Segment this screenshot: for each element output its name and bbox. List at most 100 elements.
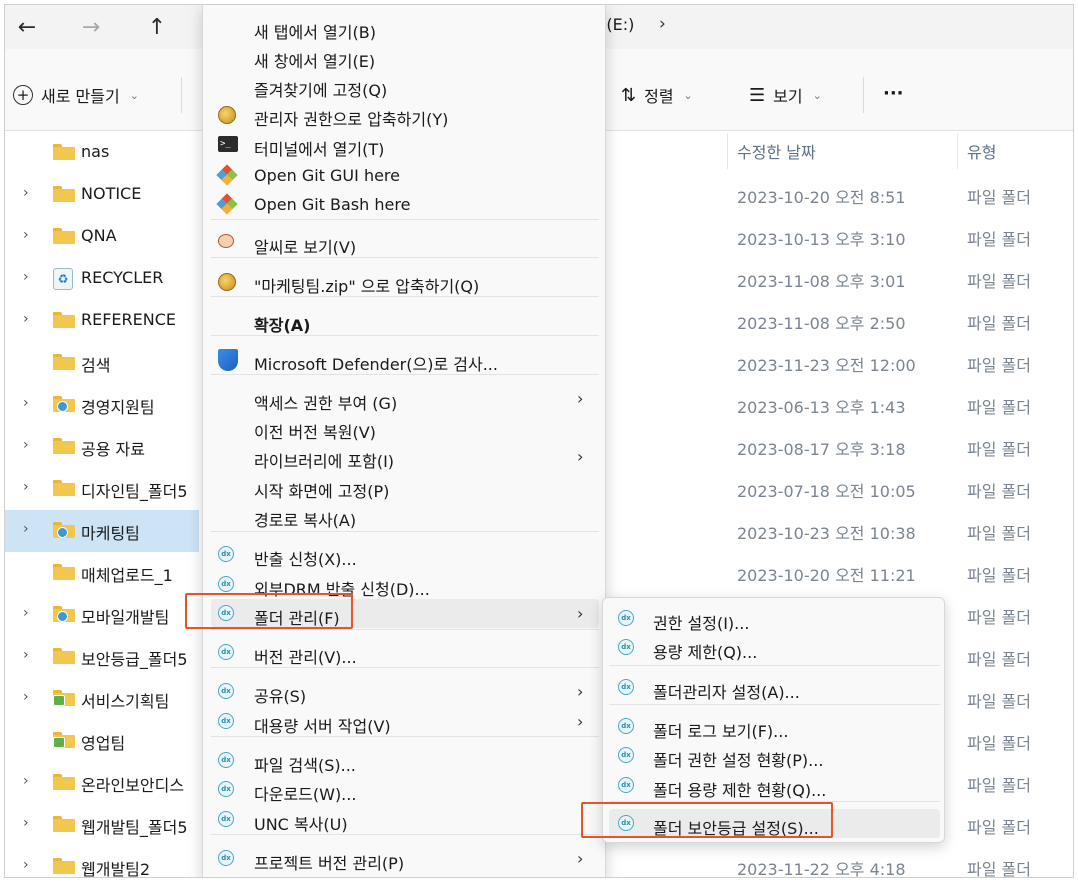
expand-chevron-icon[interactable]: › <box>23 227 29 243</box>
folder-icon <box>53 354 75 370</box>
up-arrow-icon[interactable]: ↑ <box>141 11 173 43</box>
submenu-chevron-icon: › <box>577 712 584 731</box>
file-name: 온라인보안디스 <box>81 776 185 795</box>
menu-item-label: 알씨로 보기(V) <box>254 238 357 257</box>
expand-chevron-icon[interactable]: › <box>23 647 29 663</box>
menu-item-label: 외부DRM 반출 신청(D)... <box>254 580 430 599</box>
submenu-item[interactable]: dx 폴더 용량 제한 현황(Q)... <box>603 771 946 800</box>
expand-chevron-icon[interactable]: › <box>23 857 29 873</box>
expand-chevron-icon[interactable]: › <box>23 269 29 285</box>
view-button[interactable]: ☰ 보기 ⌄ <box>749 83 822 107</box>
folder-icon <box>53 396 75 412</box>
submenu-item[interactable]: dx 폴더 권한 설정 현황(P)... <box>603 741 946 770</box>
drm-icon: dx <box>218 781 236 799</box>
file-name: 영업팀 <box>81 734 126 753</box>
file-type: 파일 폴더 <box>967 398 1031 417</box>
file-modified-date: 2023-11-08 오후 2:50 <box>737 314 906 333</box>
context-menu-item[interactable]: 새 창에서 열기(E) <box>203 42 607 71</box>
context-menu-item[interactable]: 새 탭에서 열기(B) <box>203 13 607 42</box>
git-icon <box>216 193 238 215</box>
expand-chevron-icon[interactable]: › <box>23 479 29 495</box>
submenu-item[interactable]: dx 권한 설정(I)... <box>603 604 946 633</box>
submenu-chevron-icon: › <box>577 604 584 623</box>
context-menu-item[interactable]: 이전 버전 복원(V) <box>203 413 607 442</box>
alsee-icon <box>218 234 236 252</box>
context-menu-item[interactable]: dx 대용량 서버 작업(V) › <box>203 707 607 736</box>
file-type: 파일 폴더 <box>967 188 1031 207</box>
expand-chevron-icon[interactable]: › <box>23 605 29 621</box>
menu-item-label: 반출 신청(X)... <box>254 550 357 569</box>
expand-chevron-icon[interactable]: › <box>23 815 29 831</box>
menu-item-label: 버전 관리(V)... <box>254 648 357 667</box>
file-name: NOTICE <box>81 184 142 203</box>
file-modified-date: 2023-11-22 오후 4:18 <box>737 860 906 878</box>
context-menu-item[interactable]: 즐겨찾기에 고정(Q) <box>203 71 607 100</box>
more-options-button[interactable]: ··· <box>883 83 904 104</box>
menu-item-label: Open Git Bash here <box>254 195 411 214</box>
file-modified-date: 2023-11-08 오후 3:01 <box>737 272 906 291</box>
submenu-chevron-icon: › <box>577 389 584 408</box>
menu-item-label: 이전 버전 복원(V) <box>254 423 376 442</box>
context-menu-item[interactable]: dx UNC 복사(U) <box>203 805 607 834</box>
menu-item-label: 다운로드(W)... <box>254 785 357 804</box>
folder-icon <box>53 732 75 748</box>
context-menu-item[interactable]: 관리자 권한으로 압축하기(Y) <box>203 100 607 129</box>
context-menu-item[interactable]: Open Git Bash here <box>203 189 607 218</box>
menu-item-label: 즐겨찾기에 고정(Q) <box>254 81 388 100</box>
context-menu-item[interactable]: 라이브러리에 포함(I) › <box>203 442 607 471</box>
folder-icon <box>53 648 75 664</box>
expand-chevron-icon[interactable]: › <box>23 437 29 453</box>
back-arrow-icon[interactable]: ← <box>11 11 43 43</box>
context-menu-item[interactable]: 경로로 복사(A) <box>203 501 607 530</box>
context-menu-item[interactable]: dx 공유(S) › <box>203 677 607 706</box>
folder-icon <box>53 438 75 454</box>
context-menu-item[interactable]: 액세스 권한 부여 (G) › <box>203 384 607 413</box>
context-menu-item[interactable]: "마케팅팀.zip" 으로 압축하기(Q) <box>203 267 607 296</box>
drm-icon: dx <box>218 752 236 770</box>
submenu-chevron-icon: › <box>577 849 584 868</box>
terminal-icon: >_ <box>218 136 238 154</box>
submenu-item-label: 폴더 권한 설정 현황(P)... <box>653 751 824 770</box>
context-menu-item[interactable]: dx 다운로드(W)... <box>203 775 607 804</box>
folder-icon <box>53 816 75 832</box>
expand-chevron-icon[interactable]: › <box>23 395 29 411</box>
sort-button[interactable]: ⇅ 정렬 ⌄ <box>621 83 693 107</box>
menu-item-label: 파일 검색(S)... <box>254 756 356 775</box>
context-menu-item[interactable]: dx 파일 검색(S)... <box>203 746 607 775</box>
file-type: 파일 폴더 <box>967 776 1031 795</box>
submenu-item[interactable]: dx 폴더 보안등급 설정(S)... <box>603 809 946 838</box>
submenu-item[interactable]: dx 폴더 로그 보기(F)... <box>603 712 946 741</box>
context-menu-item[interactable]: Open Git GUI here <box>203 160 607 189</box>
expand-chevron-icon[interactable]: › <box>23 185 29 201</box>
context-menu-item[interactable]: dx 폴더 관리(F) › <box>203 599 607 628</box>
context-menu-item[interactable]: dx 외부DRM 반출 신청(D)... <box>203 570 607 599</box>
file-type: 파일 폴더 <box>967 440 1031 459</box>
submenu-item[interactable]: dx 폴더관리자 설정(A)... <box>603 673 946 702</box>
sort-arrows-icon: ⇅ <box>621 84 637 106</box>
submenu-chevron-icon: › <box>577 682 584 701</box>
context-menu-item[interactable]: dx 프로젝트 버전 관리(P) › <box>203 844 607 873</box>
menu-item-label: 공유(S) <box>254 687 307 706</box>
new-button[interactable]: + 새로 만들기 ⌄ <box>13 83 139 107</box>
file-name: 웹개발팀2 <box>81 860 151 878</box>
context-menu-item[interactable]: 확장(A) <box>203 306 607 335</box>
submenu-item[interactable]: dx 용량 제한(Q)... <box>603 633 946 662</box>
address-chevron-icon[interactable]: › <box>659 14 666 34</box>
file-type: 파일 폴더 <box>967 608 1031 627</box>
context-menu-item[interactable]: dx 버전 관리(V)... <box>203 638 607 667</box>
menu-item-label: 라이브러리에 포함(I) <box>254 452 395 471</box>
submenu-separator <box>609 665 940 666</box>
expand-chevron-icon[interactable]: › <box>23 311 29 327</box>
context-menu-item[interactable]: 시작 화면에 고정(P) <box>203 472 607 501</box>
file-modified-date: 2023-10-23 오전 10:38 <box>737 524 916 543</box>
context-menu-item[interactable]: >_ 터미널에서 열기(T) <box>203 130 607 159</box>
expand-chevron-icon[interactable]: › <box>23 689 29 705</box>
context-menu-item[interactable]: dx 반출 신청(X)... <box>203 540 607 569</box>
expand-chevron-icon[interactable]: › <box>23 521 29 537</box>
file-name: 검색 <box>81 356 111 375</box>
expand-chevron-icon[interactable]: › <box>23 773 29 789</box>
submenu-item-label: 폴더 보안등급 설정(S)... <box>653 819 819 838</box>
context-menu-item[interactable]: Microsoft Defender(으)로 검사... <box>203 345 607 374</box>
context-menu-item[interactable]: 알씨로 보기(V) <box>203 228 607 257</box>
forward-arrow-icon[interactable]: → <box>75 11 107 43</box>
